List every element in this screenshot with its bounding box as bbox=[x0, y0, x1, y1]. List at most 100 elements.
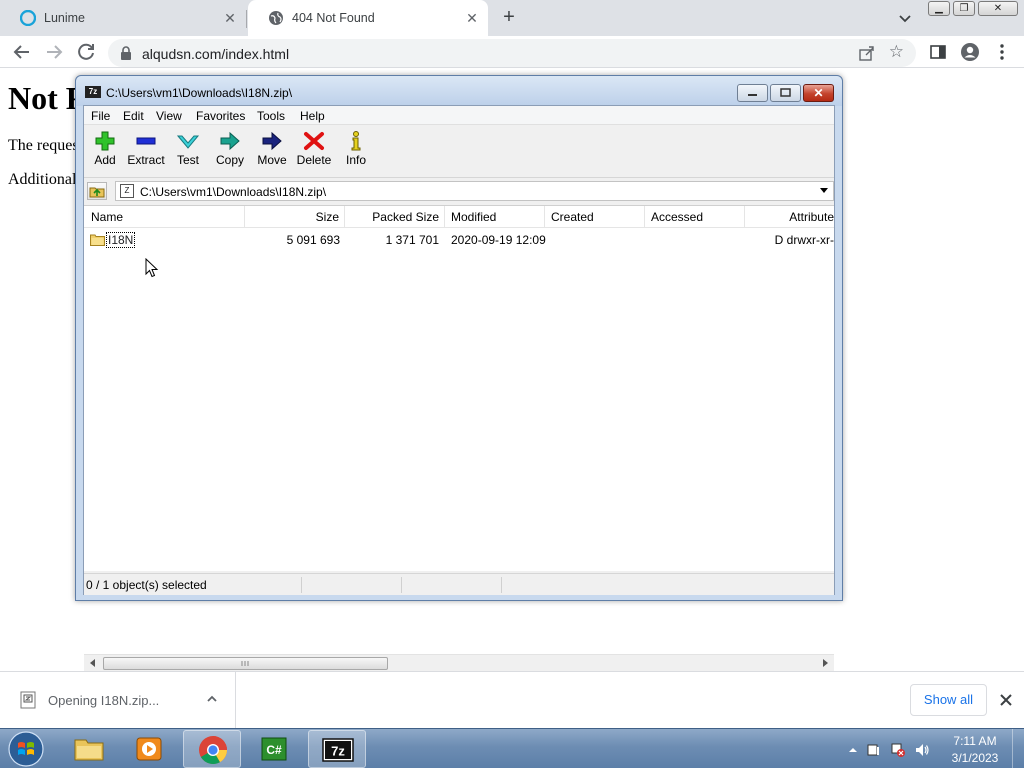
column-modified[interactable]: Modified bbox=[445, 206, 545, 228]
close-icon[interactable] bbox=[997, 691, 1015, 709]
back-button[interactable] bbox=[10, 40, 34, 64]
test-button[interactable]: Test bbox=[167, 130, 209, 174]
menu-kebab-icon[interactable] bbox=[992, 42, 1012, 62]
taskbar-explorer[interactable] bbox=[60, 730, 118, 768]
new-tab-button[interactable]: + bbox=[497, 6, 521, 30]
status-section bbox=[302, 577, 402, 593]
test-icon bbox=[176, 135, 200, 149]
menu-favorites[interactable]: Favorites bbox=[196, 109, 245, 123]
clock-date[interactable]: 3/1/2023 bbox=[945, 751, 1005, 765]
scroll-left-icon[interactable] bbox=[90, 659, 95, 667]
dropdown-arrow-icon[interactable] bbox=[820, 188, 828, 193]
sevenzip-window: 7z C:\Users\vm1\Downloads\I18N.zip\ ✕ Fi… bbox=[75, 75, 843, 671]
address-bar[interactable]: alqudsn.com/index.html ☆ bbox=[108, 39, 916, 67]
status-bar: 0 / 1 object(s) selected bbox=[84, 573, 834, 595]
taskbar-sevenzip[interactable]: 7z bbox=[308, 730, 366, 768]
move-button[interactable]: Move bbox=[251, 130, 293, 174]
reload-icon bbox=[78, 43, 94, 60]
back-arrow-icon bbox=[13, 45, 29, 59]
windows-logo-icon bbox=[8, 731, 44, 767]
taskbar-csharp[interactable]: C# bbox=[245, 730, 303, 768]
window-titlebar[interactable]: 7z C:\Users\vm1\Downloads\I18N.zip\ ✕ bbox=[76, 76, 842, 106]
column-attributes[interactable]: Attribute bbox=[745, 206, 834, 228]
taskbar-chrome[interactable] bbox=[183, 730, 241, 768]
scrollbar-thumb[interactable] bbox=[103, 657, 388, 670]
chevron-down-icon[interactable] bbox=[895, 8, 915, 28]
bookmark-star-icon[interactable]: ☆ bbox=[889, 42, 904, 62]
restore-button[interactable]: ❐ bbox=[953, 1, 975, 16]
scroll-right-icon[interactable] bbox=[823, 659, 828, 667]
extract-button[interactable]: Extract bbox=[125, 130, 167, 174]
table-row[interactable]: I18N 5 091 693 1 371 701 2020-09-19 12:0… bbox=[84, 230, 834, 250]
sevenzip-toolbar: Add Extract Test Copy Move Delete Info bbox=[84, 126, 834, 178]
folder-up-button[interactable] bbox=[87, 182, 107, 200]
menu-help[interactable]: Help bbox=[300, 109, 325, 123]
close-window-button[interactable]: ✕ bbox=[978, 1, 1018, 16]
minimize-icon bbox=[748, 94, 757, 96]
tab-title: Lunime bbox=[44, 11, 85, 25]
close-icon[interactable]: ✕ bbox=[464, 10, 480, 26]
tab-404-not-found[interactable]: 404 Not Found ✕ bbox=[248, 0, 488, 36]
side-panel-icon[interactable] bbox=[928, 42, 948, 62]
show-desktop-button[interactable] bbox=[1012, 729, 1024, 769]
add-icon bbox=[95, 131, 115, 151]
menu-view[interactable]: View bbox=[156, 109, 182, 123]
network-error-icon[interactable] bbox=[890, 742, 906, 758]
svg-text:7z: 7z bbox=[331, 744, 345, 759]
chevron-up-icon[interactable] bbox=[205, 692, 219, 706]
tab-lunime[interactable]: Lunime ✕ bbox=[0, 0, 246, 36]
media-player-icon bbox=[136, 737, 162, 761]
download-item[interactable]: Opening I18N.zip... bbox=[0, 672, 236, 728]
path-combobox[interactable]: Z C:\Users\vm1\Downloads\I18N.zip\ bbox=[115, 181, 834, 201]
menu-edit[interactable]: Edit bbox=[123, 109, 144, 123]
delete-icon bbox=[304, 132, 324, 150]
file-created bbox=[551, 230, 645, 250]
copy-icon bbox=[220, 131, 240, 151]
menu-tools[interactable]: Tools bbox=[257, 109, 285, 123]
minimize-button[interactable] bbox=[737, 84, 768, 102]
menu-file[interactable]: File bbox=[91, 109, 110, 123]
clock-time[interactable]: 7:11 AM bbox=[950, 734, 1000, 748]
menu-bar: File Edit View Favorites Tools Help bbox=[84, 106, 834, 125]
lock-icon bbox=[120, 46, 132, 60]
column-accessed[interactable]: Accessed bbox=[645, 206, 745, 228]
column-size[interactable]: Size bbox=[245, 206, 345, 228]
info-button[interactable]: Info bbox=[335, 130, 377, 174]
column-packed-size[interactable]: Packed Size bbox=[345, 206, 445, 228]
start-button[interactable] bbox=[6, 730, 46, 768]
info-icon bbox=[351, 131, 361, 151]
mouse-cursor-icon bbox=[145, 258, 159, 278]
download-bar: Opening I18N.zip... Show all bbox=[0, 671, 1024, 728]
url-text: alqudsn.com/index.html bbox=[142, 46, 290, 62]
browser-toolbar: alqudsn.com/index.html ☆ bbox=[0, 36, 1024, 68]
minimize-button[interactable]: ▁ bbox=[928, 1, 950, 16]
close-icon[interactable]: ✕ bbox=[222, 10, 238, 26]
close-button[interactable]: ✕ bbox=[803, 84, 834, 102]
copy-button[interactable]: Copy bbox=[209, 130, 251, 174]
forward-arrow-icon bbox=[47, 45, 63, 59]
file-list[interactable]: Name Size Packed Size Modified Created A… bbox=[84, 205, 834, 671]
column-name[interactable]: Name bbox=[84, 206, 245, 228]
status-section bbox=[84, 577, 302, 593]
delete-button[interactable]: Delete bbox=[293, 130, 335, 174]
share-icon[interactable] bbox=[858, 44, 876, 62]
page-paragraph: Additional bbox=[8, 171, 77, 188]
column-created[interactable]: Created bbox=[545, 206, 645, 228]
volume-icon[interactable] bbox=[914, 742, 930, 758]
taskbar-media-player[interactable] bbox=[120, 730, 178, 768]
show-all-button[interactable]: Show all bbox=[910, 684, 987, 716]
folder-up-icon bbox=[89, 187, 105, 198]
add-button[interactable]: Add bbox=[84, 130, 126, 174]
file-packed-size: 1 371 701 bbox=[385, 233, 439, 247]
forward-button[interactable] bbox=[42, 40, 66, 64]
tray-overflow-icon[interactable] bbox=[845, 742, 861, 758]
profile-avatar-icon[interactable] bbox=[960, 42, 980, 62]
horizontal-scrollbar[interactable] bbox=[84, 654, 834, 671]
page-heading: Not F bbox=[8, 80, 86, 116]
action-center-icon[interactable] bbox=[866, 742, 882, 758]
maximize-button[interactable] bbox=[770, 84, 801, 102]
tab-separator bbox=[246, 10, 247, 28]
zip-archive-icon: Z bbox=[120, 184, 134, 198]
reload-button[interactable] bbox=[74, 40, 98, 64]
list-header: Name Size Packed Size Modified Created A… bbox=[84, 206, 834, 228]
